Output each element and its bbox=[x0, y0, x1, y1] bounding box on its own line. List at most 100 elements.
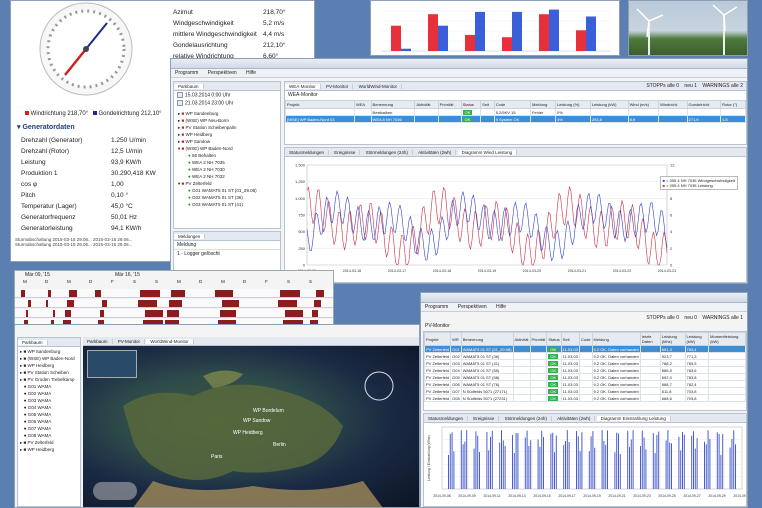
tree-item[interactable]: ● WEA 2 NH 7032 bbox=[178, 173, 276, 180]
timeline-segment[interactable] bbox=[280, 290, 300, 297]
date-to[interactable]: 21.03.2014 23:00 Uhr bbox=[174, 99, 280, 107]
tree-item[interactable]: ▸ ■ PV Station Scheiben bbox=[20, 369, 78, 376]
timeline-segment[interactable] bbox=[285, 310, 303, 317]
tree-item[interactable]: ● G05 WAMA bbox=[20, 411, 78, 418]
timeline-segment[interactable] bbox=[171, 290, 185, 297]
column-header[interactable]: Leistung (Mhz) bbox=[659, 332, 686, 346]
generator-section-header[interactable]: ▾ Generatordaten bbox=[17, 123, 75, 131]
table-row[interactable]: PV Zelterfeld G08 N Südfelds 5071 (27231) O… bbox=[424, 394, 746, 402]
tab-ereignisse[interactable]: Ereignisse bbox=[469, 416, 500, 421]
tree-item[interactable]: ● WEA 2 NH 7030 bbox=[178, 166, 276, 173]
column-header[interactable]: Leistung (kW) bbox=[684, 332, 710, 346]
table-row[interactable]: PV Zelterfeld G07 N Südfelds 5071 (27171) O… bbox=[424, 387, 746, 395]
title-bar[interactable] bbox=[171, 59, 747, 69]
message-item[interactable]: 1 - Logger gelöscht bbox=[174, 250, 280, 258]
tree-item[interactable]: ▸ ■ WP Sandow bbox=[178, 138, 276, 145]
tree-item[interactable]: ▾ ■ (WSE) WP Baden-Nord bbox=[178, 145, 276, 152]
tree-item[interactable]: ● G01 WAMA bbox=[20, 383, 78, 390]
column-header[interactable]: Meldung bbox=[591, 332, 641, 346]
tree-item[interactable]: ● G08 WAMA bbox=[20, 432, 78, 439]
tree-item[interactable]: ● G03 WAMAT5 01 ST (41) bbox=[178, 201, 276, 208]
tree-item[interactable]: ▸ ■ WP Heidberg bbox=[20, 446, 78, 453]
timeline-segment[interactable] bbox=[220, 310, 236, 317]
tree-item[interactable]: ● G01 WAMAT5 01 ST (01_29.08) bbox=[178, 187, 276, 194]
timeline-segment[interactable] bbox=[138, 300, 157, 307]
pv-title-bar[interactable] bbox=[421, 293, 747, 303]
tab-stoermeldungen[interactable]: Störmeldungen (24h) bbox=[500, 416, 552, 421]
menu-programm[interactable]: Programm bbox=[425, 304, 448, 310]
map-label[interactable]: WP Heidberg bbox=[233, 430, 263, 436]
tree-item[interactable]: ▸ ■ WP Heidberg bbox=[20, 362, 78, 369]
table-row[interactable]: (WSE) WP Baden-Nord 03 WEA 8 NH 7036 OK 9 S… bbox=[285, 115, 746, 123]
timeline-segment[interactable] bbox=[167, 310, 179, 317]
column-header[interactable]: Code bbox=[578, 332, 593, 346]
tab-diagramm[interactable]: Diagramm Wind Leistung bbox=[457, 150, 518, 155]
tab-aktivitaeten[interactable]: Aktivitäten (2wh) bbox=[414, 150, 457, 155]
map-label[interactable]: Paris bbox=[211, 454, 222, 460]
timeline-segment[interactable] bbox=[102, 300, 107, 307]
tree-item[interactable]: ● G03 WAMA bbox=[20, 397, 78, 404]
timeline-row[interactable] bbox=[15, 289, 333, 298]
timeline-segment[interactable] bbox=[28, 300, 31, 307]
timeline-segment[interactable] bbox=[222, 300, 239, 307]
table-row[interactable]: PV Zelterfeld G02 WAMAT5 01 ST (36) OK 11.03… bbox=[424, 352, 746, 360]
map-tree-tab[interactable]: Parkbaum bbox=[18, 338, 80, 347]
timeline-segment[interactable] bbox=[21, 290, 25, 297]
park-tree-tab[interactable]: Parkbaum bbox=[174, 82, 280, 91]
table-row[interactable]: PV Zelterfeld G03 WAMAT5 01 ST (41) OK 11.03… bbox=[424, 359, 746, 367]
tab-ereignisse[interactable]: Ereignisse bbox=[330, 150, 361, 155]
menu-perspektiven[interactable]: Perspektiven bbox=[208, 70, 237, 76]
tab-pv-monitor[interactable]: PV-Monitor bbox=[322, 84, 354, 89]
tree-item[interactable]: ● G07 WAMA bbox=[20, 425, 78, 432]
tree-item[interactable]: ● WEA 2 NH 7035 bbox=[178, 159, 276, 166]
map-label[interactable]: Berlin bbox=[273, 442, 286, 448]
timeline-segment[interactable] bbox=[145, 310, 163, 317]
column-header[interactable]: letzte Daten bbox=[639, 332, 661, 346]
column-header[interactable]: Priorität bbox=[529, 332, 548, 346]
table-row[interactable]: PV Zelterfeld G06 WAMAT5 01 ST (76) OK 11.03… bbox=[424, 380, 746, 388]
table-row[interactable]: PV Zelterfeld G01 WAMAT5 01 ST (01_29.08) O… bbox=[424, 345, 746, 353]
new-counter[interactable]: neu 1 bbox=[684, 83, 697, 89]
table-row[interactable]: Bestbalken OK 5,2/5KV 15 Fehler 0% bbox=[285, 108, 746, 116]
tree-item[interactable]: ▾ ■ PV Zelterfeld bbox=[178, 180, 276, 187]
tab-statusmeldungen[interactable]: Statusmeldungen bbox=[424, 416, 469, 421]
tree-item[interactable]: ▸ ■ WP Heidberg bbox=[178, 131, 276, 138]
tab-worldwind-monitor[interactable]: WorldWind-Monitor bbox=[354, 84, 402, 89]
timeline-segment[interactable] bbox=[26, 310, 28, 317]
tree-item[interactable]: ▸ ■ (WSE) WP Neu-Borm bbox=[178, 117, 276, 124]
timeline-row[interactable] bbox=[15, 299, 333, 308]
timeline-segment[interactable] bbox=[314, 300, 321, 307]
map-label[interactable]: WP Sandow bbox=[243, 418, 270, 424]
navigation-control[interactable] bbox=[93, 482, 137, 500]
menu-perspektiven[interactable]: Perspektiven bbox=[458, 304, 487, 310]
timeline-segment[interactable] bbox=[69, 290, 77, 297]
tab-statusmeldungen[interactable]: Statusmeldungen bbox=[285, 150, 330, 155]
tree-item[interactable]: ▸ ■ (WSE) WP Baden-Nord bbox=[20, 355, 78, 362]
tab-worldwind[interactable]: WorldWind-Monitor bbox=[146, 339, 194, 344]
tree-item[interactable]: ● G02 WAMA bbox=[20, 390, 78, 397]
timeline-segment[interactable] bbox=[215, 290, 233, 297]
date-from[interactable]: 15.03.2014 0:00 Uhr bbox=[174, 91, 280, 99]
menu-hilfe[interactable]: Hilfe bbox=[496, 304, 506, 310]
column-header[interactable]: WR bbox=[450, 332, 462, 346]
column-header[interactable]: Momentleistung (kW) bbox=[708, 332, 746, 346]
timeline-segment[interactable] bbox=[95, 290, 101, 297]
globe-map[interactable]: WP Bordelum WP Sandow WP Heidberg Berlin… bbox=[83, 346, 419, 507]
tree-item[interactable]: ● G04 WAMA bbox=[20, 404, 78, 411]
tree-item[interactable]: ▸ ■ PV Zelterfeld bbox=[20, 439, 78, 446]
timeline-segment[interactable] bbox=[46, 300, 48, 307]
tab-pv-monitor[interactable]: PV-Monitor bbox=[113, 339, 146, 344]
timeline-segment[interactable] bbox=[316, 290, 324, 297]
log-line[interactable]: Sturmabschaltung 2015-03-15 29.06... 201… bbox=[15, 242, 165, 247]
new-counter[interactable]: neu 0 bbox=[684, 315, 697, 321]
warnings-counter[interactable]: WARNINGS alle 2 bbox=[702, 83, 743, 89]
tab-wea-monitor[interactable]: WEA-Monitor bbox=[285, 84, 321, 89]
column-header[interactable]: Benennung bbox=[460, 332, 514, 346]
menu-programm[interactable]: Programm bbox=[175, 70, 198, 76]
stopps-counter[interactable]: STOPPs alle 0 bbox=[646, 83, 679, 89]
table-row[interactable]: PV Zelterfeld G04 WAMAT5 01 ST (55) OK 11.03… bbox=[424, 366, 746, 374]
minimap[interactable] bbox=[87, 350, 137, 378]
table-row[interactable]: PV Zelterfeld G05 WAMAT5 01 ST (58) OK 11.03… bbox=[424, 373, 746, 381]
warnings-counter[interactable]: WARNINGS alle 1 bbox=[702, 315, 743, 321]
stopps-counter[interactable]: STOPPs alle 0 bbox=[646, 315, 679, 321]
